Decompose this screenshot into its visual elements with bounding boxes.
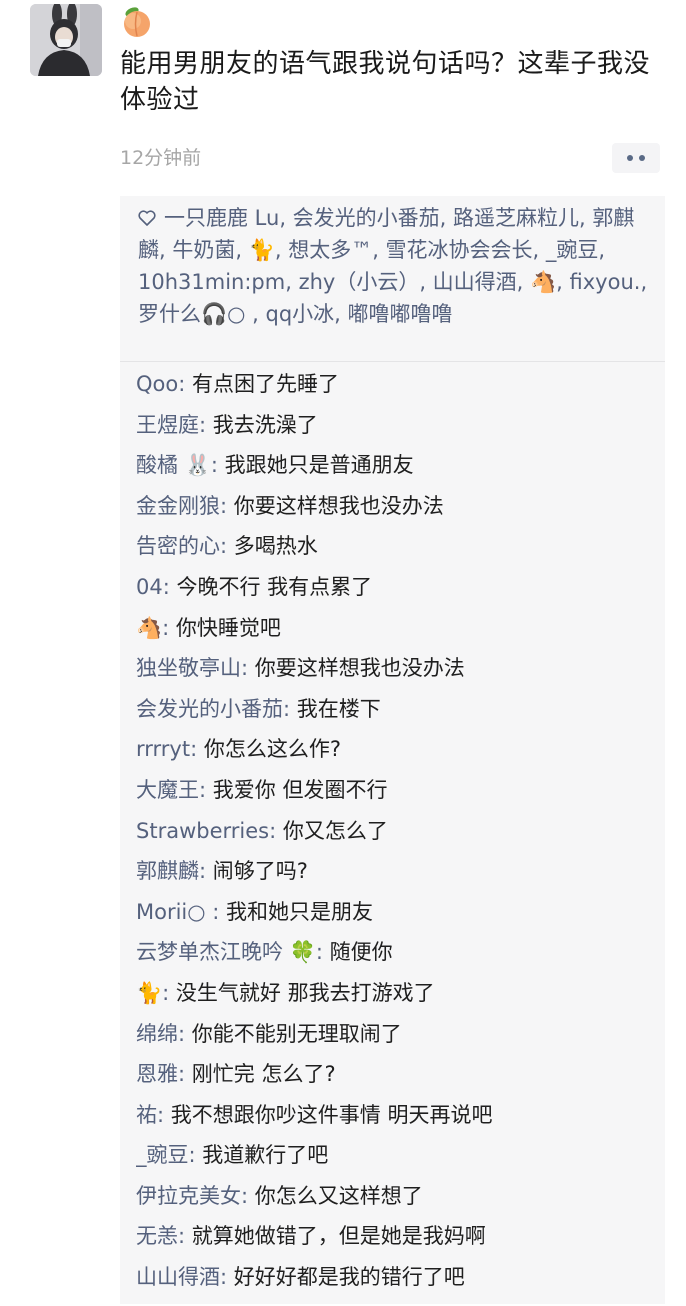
- comment-item[interactable]: 绵绵: 你能不能别无理取闹了: [136, 1014, 661, 1055]
- comment-author[interactable]: _豌豆: [136, 1143, 189, 1167]
- comment-item[interactable]: 酸橘 🐰: 我跟她只是普通朋友: [136, 445, 661, 486]
- comment-item[interactable]: 恩雅: 刚忙完 怎么了?: [136, 1054, 661, 1095]
- comment-text: 我爱你 但发圈不行: [212, 777, 388, 802]
- comment-author[interactable]: 04: [136, 575, 163, 599]
- comment-text: 没生气就好 那我去打游戏了: [175, 980, 435, 1005]
- comments-list: Qoo: 有点困了先睡了 王煜庭: 我去洗澡了 酸橘 🐰: 我跟她只是普通朋友 …: [136, 364, 661, 1298]
- comment-author[interactable]: Strawberries: [136, 819, 269, 843]
- avatar[interactable]: [30, 4, 102, 76]
- comment-item[interactable]: 伊拉克美女: 你怎么又这样想了: [136, 1176, 661, 1217]
- comment-author[interactable]: 祐: [136, 1103, 157, 1127]
- comment-text: 闹够了吗?: [212, 859, 308, 884]
- comment-text: 好好好都是我的错行了吧: [233, 1265, 465, 1290]
- comment-author[interactable]: 🐈: [136, 981, 162, 1005]
- comment-text: 你要这样想我也没办法: [254, 656, 465, 681]
- comment-author[interactable]: 酸橘 🐰: [136, 453, 211, 477]
- comment-author[interactable]: 山山得酒: [136, 1265, 220, 1289]
- likes-list[interactable]: 一只鹿鹿 Lu, 会发光的小番茄, 路遥芝麻粒儿, 郭麒麟, 牛奶菌, 🐈, 想…: [138, 202, 658, 330]
- comment-item[interactable]: 王煜庭: 我去洗澡了: [136, 405, 661, 446]
- comment-author[interactable]: 无恙: [136, 1224, 178, 1248]
- comment-author[interactable]: rrrryt: [136, 737, 190, 761]
- comment-text: 随便你: [329, 940, 393, 965]
- comment-item[interactable]: _豌豆: 我道歉行了吧: [136, 1135, 661, 1176]
- comment-author[interactable]: 大魔王: [136, 778, 199, 802]
- comment-text: 就算她做错了，但是她是我妈啊: [191, 1224, 486, 1249]
- comment-author[interactable]: 🐴: [136, 616, 162, 640]
- comment-text: 你怎么这么作?: [203, 737, 342, 762]
- comment-author[interactable]: 告密的心: [136, 534, 220, 558]
- comment-item[interactable]: Qoo: 有点困了先睡了: [136, 364, 661, 405]
- comment-author[interactable]: 绵绵: [136, 1022, 178, 1046]
- comment-author[interactable]: 恩雅: [136, 1062, 178, 1086]
- likes-comments-panel: 一只鹿鹿 Lu, 会发光的小番茄, 路遥芝麻粒儿, 郭麒麟, 牛奶菌, 🐈, 想…: [120, 196, 665, 1304]
- comment-text: 我去洗澡了: [212, 412, 318, 437]
- dot-icon: [627, 155, 633, 161]
- comment-text: 你怎么又这样想了: [254, 1183, 423, 1208]
- comment-item[interactable]: 祐: 我不想跟你吵这件事情 明天再说吧: [136, 1095, 661, 1136]
- comment-item[interactable]: 🐈: 没生气就好 那我去打游戏了: [136, 973, 661, 1014]
- comment-author[interactable]: 独坐敬亭山: [136, 656, 241, 680]
- heart-icon: [138, 210, 156, 226]
- comment-text: 你要这样想我也没办法: [233, 493, 444, 518]
- comment-text: 有点困了先睡了: [192, 372, 339, 396]
- comment-author[interactable]: 会发光的小番茄: [136, 697, 283, 721]
- comment-text: 我和她只是朋友: [226, 899, 374, 924]
- comment-item[interactable]: rrrryt: 你怎么这么作?: [136, 729, 661, 770]
- comment-author[interactable]: 金金刚狼: [136, 494, 220, 518]
- comment-item[interactable]: 山山得酒: 好好好都是我的错行了吧: [136, 1257, 661, 1298]
- comment-item[interactable]: 04: 今晚不行 我有点累了: [136, 567, 661, 608]
- comment-author[interactable]: 伊拉克美女: [136, 1184, 241, 1208]
- post-timestamp: 12分钟前: [120, 147, 202, 169]
- comment-item[interactable]: 无恙: 就算她做错了，但是她是我妈啊: [136, 1216, 661, 1257]
- likes-names[interactable]: 一只鹿鹿 Lu, 会发光的小番茄, 路遥芝麻粒儿, 郭麒麟, 牛奶菌, 🐈, 想…: [138, 206, 647, 326]
- comment-item[interactable]: 告密的心: 多喝热水: [136, 526, 661, 567]
- comment-text: 今晚不行 我有点累了: [176, 574, 373, 599]
- comment-text: 我不想跟你吵这件事情 明天再说吧: [170, 1102, 493, 1127]
- comment-text: 你又怎么了: [282, 818, 388, 843]
- comment-item[interactable]: 郭麒麟: 闹够了吗?: [136, 851, 661, 892]
- comment-author[interactable]: Qoo: [136, 372, 178, 396]
- comment-item[interactable]: 金金刚狼: 你要这样想我也没办法: [136, 486, 661, 527]
- comment-text: 多喝热水: [233, 534, 318, 559]
- comment-text: 我在楼下: [296, 696, 381, 721]
- divider: [120, 361, 665, 362]
- comment-author[interactable]: 郭麒麟: [136, 859, 199, 883]
- dot-icon: [639, 155, 645, 161]
- post-text: 能用男朋友的语气跟我说句话吗？这辈子我没体验过: [120, 49, 651, 115]
- comment-text: 你能不能别无理取闹了: [191, 1021, 402, 1046]
- comment-text: 我跟她只是普通朋友: [224, 453, 414, 478]
- comment-item[interactable]: 云梦单杰江晚吟 🍀: 随便你: [136, 932, 661, 973]
- comment-author[interactable]: 王煜庭: [136, 413, 199, 437]
- comment-item[interactable]: 会发光的小番茄: 我在楼下: [136, 689, 661, 730]
- comment-text: 我道歉行了吧: [202, 1143, 329, 1168]
- comment-item[interactable]: 独坐敬亭山: 你要这样想我也没办法: [136, 648, 661, 689]
- comment-item[interactable]: 大魔王: 我爱你 但发圈不行: [136, 770, 661, 811]
- peach-icon: [120, 4, 154, 38]
- comment-item[interactable]: 🐴: 你快睡觉吧: [136, 608, 661, 649]
- comment-author[interactable]: 云梦单杰江晚吟 🍀: [136, 940, 316, 964]
- comment-item[interactable]: Morii○ : 我和她只是朋友: [136, 892, 661, 933]
- user-avatar-image: [30, 4, 102, 76]
- more-options-button[interactable]: [612, 143, 660, 173]
- comment-text: 你快睡觉吧: [175, 615, 281, 640]
- comment-item[interactable]: Strawberries: 你又怎么了: [136, 811, 661, 852]
- comment-text: 刚忙完 怎么了?: [191, 1062, 336, 1087]
- comment-author[interactable]: Morii○: [136, 900, 212, 924]
